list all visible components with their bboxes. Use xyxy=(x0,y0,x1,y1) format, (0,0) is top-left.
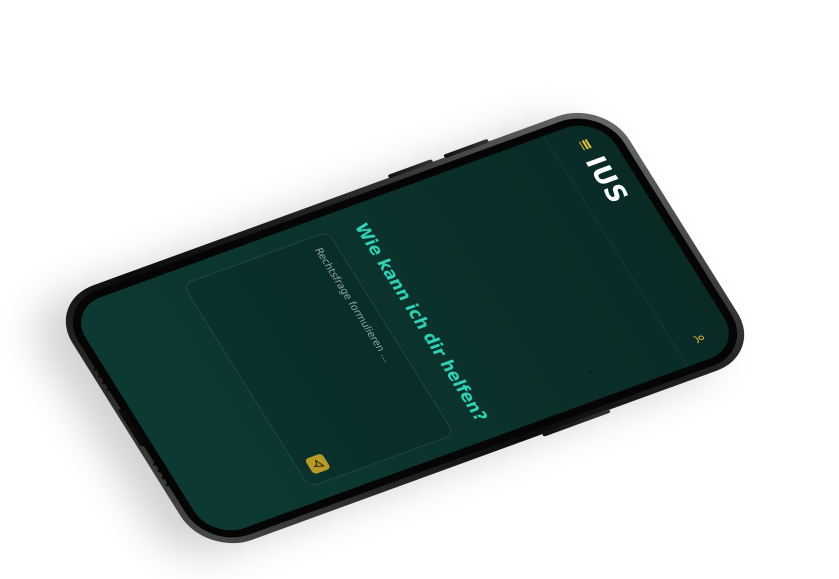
send-button[interactable] xyxy=(304,453,332,475)
top-app-bar: IUS xyxy=(543,116,743,367)
hamburger-menu-icon[interactable] xyxy=(578,139,592,151)
phone-device: IUS Wie kann ich dir helfen? xyxy=(46,99,764,557)
scene: IUS Wie kann ich dir helfen? xyxy=(0,0,839,579)
user-profile-icon[interactable] xyxy=(693,331,712,344)
question-textarea[interactable] xyxy=(242,244,439,459)
send-icon xyxy=(313,459,326,468)
app-logo[interactable]: IUS xyxy=(578,153,635,208)
front-camera xyxy=(587,370,594,376)
question-input-box[interactable] xyxy=(181,231,456,488)
